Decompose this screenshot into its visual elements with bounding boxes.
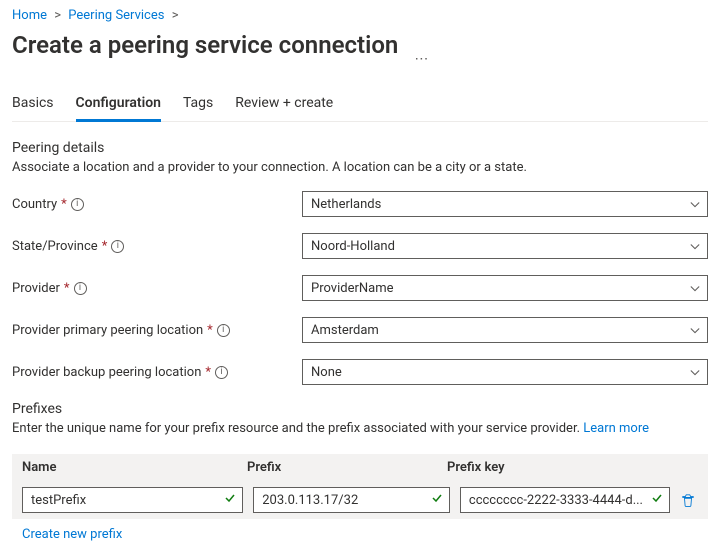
select-country-value: Netherlands [311, 197, 381, 212]
select-backup-location-value: None [311, 365, 342, 380]
table-row: testPrefix 203.0.113.17/32 cccccccc-2222… [12, 481, 708, 519]
learn-more-link[interactable]: Learn more [583, 421, 649, 436]
input-prefix-value-text: 203.0.113.17/32 [262, 493, 358, 508]
select-primary-location[interactable]: Amsterdam [302, 317, 708, 343]
required-asterisk: * [102, 239, 108, 254]
label-state-text: State/Province [12, 239, 98, 254]
select-primary-location-value: Amsterdam [311, 323, 379, 338]
input-prefix-key-value: cccccccc-2222-3333-4444-d... [469, 493, 643, 508]
info-icon[interactable]: i [71, 198, 84, 211]
delete-row-button[interactable] [678, 493, 698, 507]
breadcrumb-home[interactable]: Home [12, 8, 47, 23]
section-desc-prefixes-text: Enter the unique name for your prefix re… [12, 421, 580, 436]
tab-bar: Basics Configuration Tags Review + creat… [12, 89, 708, 122]
check-icon [651, 492, 663, 508]
info-icon[interactable]: i [74, 282, 87, 295]
label-primary-location-text: Provider primary peering location [12, 323, 203, 338]
tab-review-create[interactable]: Review + create [235, 89, 333, 121]
select-provider-value: ProviderName [311, 281, 394, 296]
header-prefix-key: Prefix key [447, 460, 698, 475]
breadcrumb: Home > Peering Services > [12, 8, 708, 23]
input-prefix-name[interactable]: testPrefix [22, 487, 243, 513]
breadcrumb-sep: > [54, 8, 61, 23]
prefix-table: Name Prefix Prefix key testPrefix 203.0.… [12, 454, 708, 519]
section-desc-prefixes: Enter the unique name for your prefix re… [12, 421, 708, 436]
required-asterisk: * [64, 281, 70, 296]
check-icon [224, 492, 236, 508]
select-state-value: Noord-Holland [311, 239, 395, 254]
required-asterisk: * [61, 197, 67, 212]
label-country-text: Country [12, 197, 57, 212]
label-backup-location: Provider backup peering location * i [12, 365, 302, 380]
header-prefix: Prefix [247, 460, 447, 475]
tab-basics[interactable]: Basics [12, 89, 54, 121]
select-state[interactable]: Noord-Holland [302, 233, 708, 259]
input-prefix-value[interactable]: 203.0.113.17/32 [253, 487, 450, 513]
table-header-row: Name Prefix Prefix key [12, 454, 708, 481]
label-backup-location-text: Provider backup peering location [12, 365, 201, 380]
info-icon[interactable]: i [217, 324, 230, 337]
page-title: Create a peering service connection [12, 31, 398, 59]
label-state: State/Province * i [12, 239, 302, 254]
select-provider[interactable]: ProviderName [302, 275, 708, 301]
header-name: Name [22, 460, 247, 475]
select-backup-location[interactable]: None [302, 359, 708, 385]
label-country: Country * i [12, 197, 302, 212]
label-primary-location: Provider primary peering location * i [12, 323, 302, 338]
tab-tags[interactable]: Tags [183, 89, 213, 121]
label-provider-text: Provider [12, 281, 60, 296]
check-icon [431, 492, 443, 508]
info-icon[interactable]: i [111, 240, 124, 253]
input-prefix-name-value: testPrefix [31, 493, 86, 508]
more-actions-icon[interactable]: ⋯ [414, 51, 429, 67]
breadcrumb-peering-services[interactable]: Peering Services [68, 8, 164, 23]
input-prefix-key[interactable]: cccccccc-2222-3333-4444-d... [460, 487, 670, 513]
info-icon[interactable]: i [215, 366, 228, 379]
label-provider: Provider * i [12, 281, 302, 296]
required-asterisk: * [207, 323, 213, 338]
select-country[interactable]: Netherlands [302, 191, 708, 217]
required-asterisk: * [205, 365, 211, 380]
breadcrumb-sep: > [172, 8, 179, 23]
create-new-prefix-link[interactable]: Create new prefix [12, 527, 122, 542]
section-desc-peering-details: Associate a location and a provider to y… [12, 160, 708, 175]
tab-configuration[interactable]: Configuration [76, 89, 161, 122]
section-title-prefixes: Prefixes [12, 401, 708, 417]
section-title-peering-details: Peering details [12, 140, 708, 156]
